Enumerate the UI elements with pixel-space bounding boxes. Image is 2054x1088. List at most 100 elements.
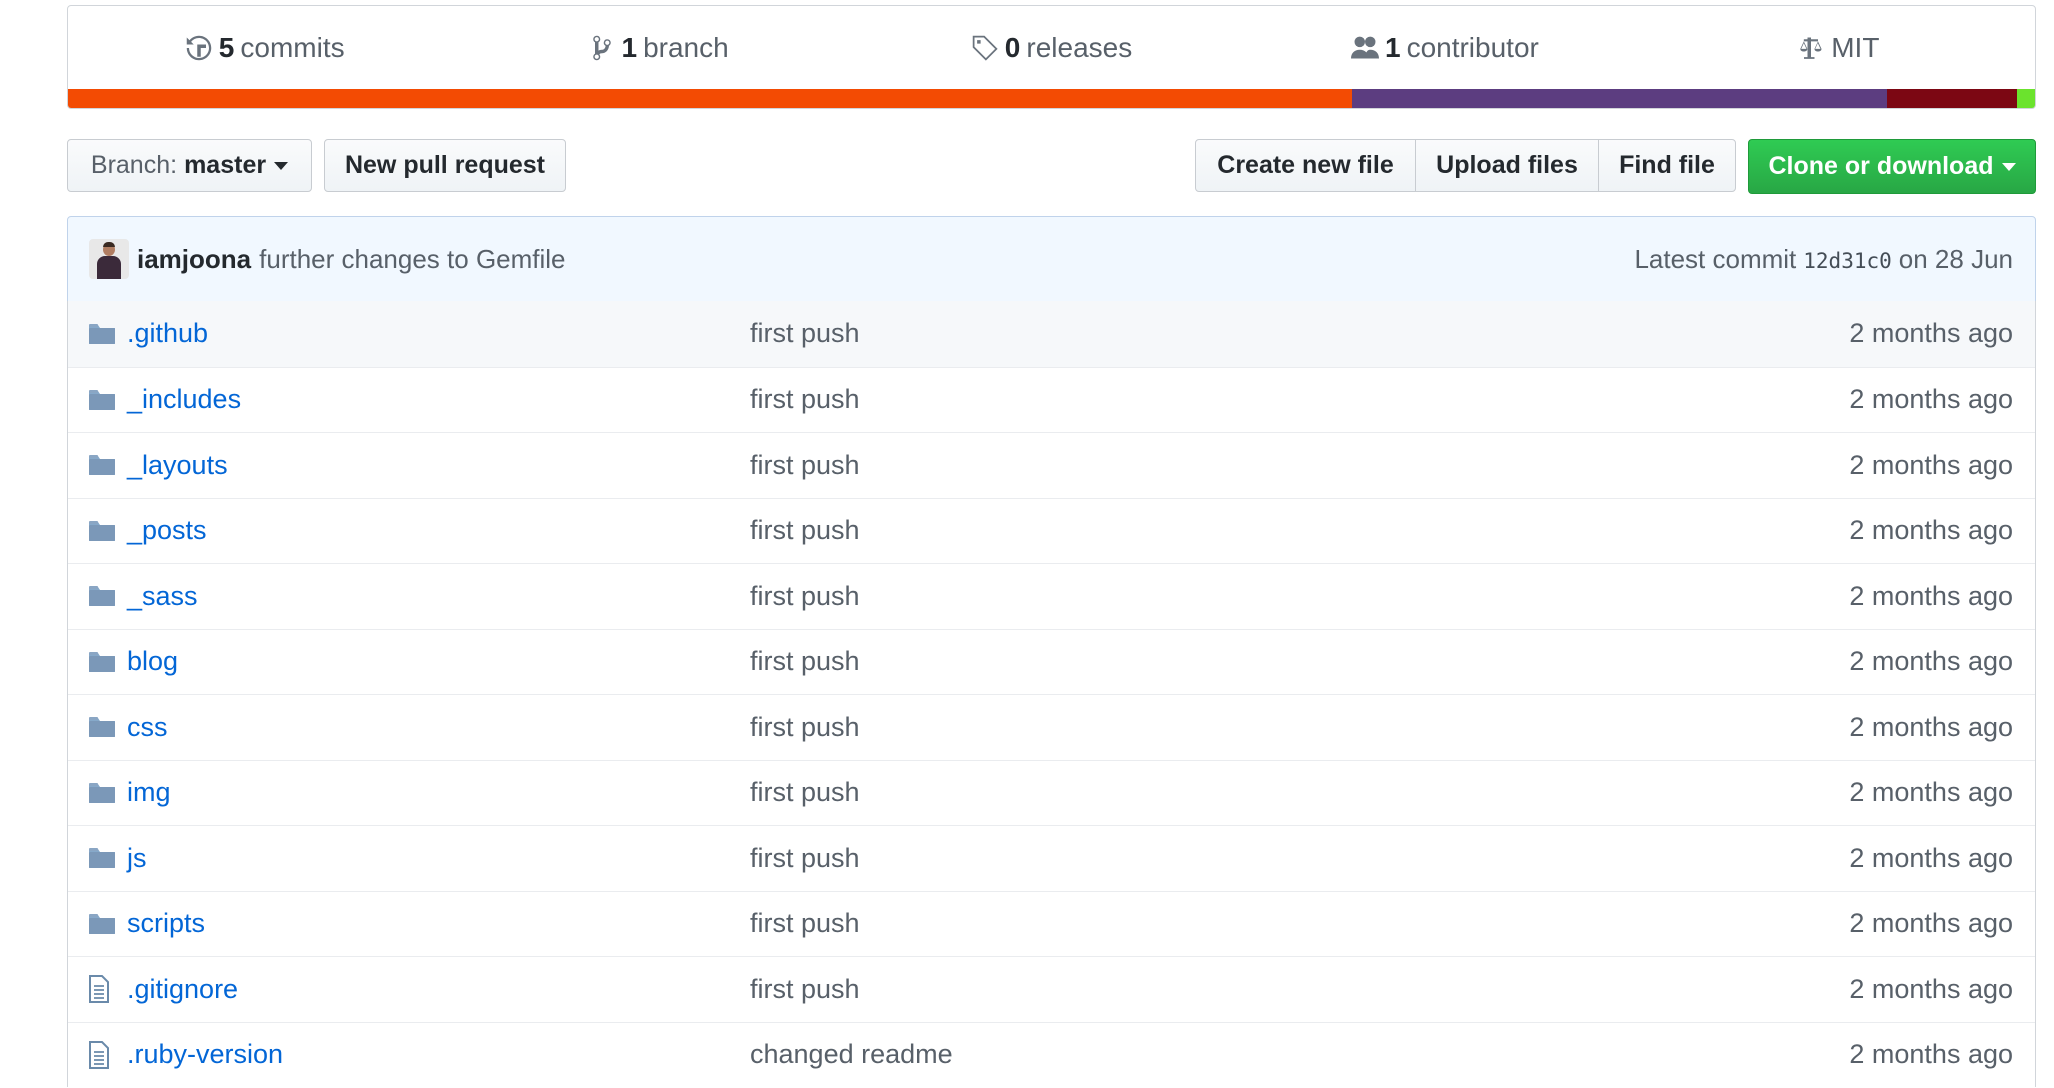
file-name-link[interactable]: .ruby-version [127,1039,750,1070]
folder-icon [88,519,118,543]
contributors-link[interactable]: 1 contributor [1248,32,1641,64]
file-name-link[interactable]: css [127,712,750,743]
file-name-link[interactable]: js [127,843,750,874]
file-list: .github first push 2 months ago _includes fi… [67,301,2036,1087]
branch-name: master [184,151,267,179]
commit-message-link[interactable]: first push [750,974,1849,1005]
commit-message-link[interactable]: first push [750,450,1849,481]
file-row: css first push 2 months ago [68,694,2035,760]
file-icon [88,1040,118,1069]
branch-prefix: Branch: [90,151,178,179]
releases-link[interactable]: 0 releases [855,32,1248,64]
folder-icon [88,453,118,477]
numbers-summary: 5 commits 1 branch 0 releases 1 contribu… [68,6,2035,89]
commit-age: 2 months ago [1849,1039,2013,1070]
language-segment[interactable] [1887,89,2018,108]
commit-message-link[interactable]: first push [750,318,1849,349]
file-row: .gitignore first push 2 months ago [68,956,2035,1022]
commit-message-link[interactable]: changed readme [750,1039,1849,1070]
file-row: _sass first push 2 months ago [68,563,2035,629]
law-icon [1800,37,1822,59]
file-icon [88,975,118,1004]
branch-select-button[interactable]: Branch: master [67,139,312,192]
avatar[interactable] [89,239,129,279]
file-name-link[interactable]: blog [127,646,750,677]
releases-count: 0 [1004,31,1021,63]
commits-label: commits [240,31,345,63]
contributors-count: 1 [1384,31,1401,63]
latest-commit-bar: iamjoona further changes to Gemfile Late… [67,216,2036,302]
commit-age: 2 months ago [1849,580,2013,611]
branch-icon [592,35,611,60]
commit-age: 2 months ago [1849,777,2013,808]
file-row: _layouts first push 2 months ago [68,432,2035,498]
commit-age: 2 months ago [1849,449,2013,480]
find-file-button[interactable]: Find file [1598,139,1736,192]
commit-message-link[interactable]: first push [750,777,1849,808]
people-icon [1350,36,1379,58]
folder-icon [88,912,118,936]
commit-age: 2 months ago [1849,973,2013,1004]
folder-icon [88,584,118,608]
file-row: .ruby-version changed readme 2 months ago [68,1021,2035,1088]
releases-label: releases [1026,31,1133,63]
commit-message-link[interactable]: first push [750,646,1849,677]
commit-message-link[interactable]: first push [750,515,1849,546]
commit-message-link[interactable]: first push [750,384,1849,415]
file-name-link[interactable]: scripts [127,908,750,939]
folder-icon [88,650,118,674]
chevron-down-icon [274,161,289,170]
commit-message-link[interactable]: first push [750,581,1849,612]
file-name-link[interactable]: img [127,777,750,808]
clone-or-download-button[interactable]: Clone or download [1748,139,2036,194]
create-new-file-button[interactable]: Create new file [1195,139,1416,192]
file-actions-group: Create new file Upload files Find file [1195,139,1736,192]
file-name-link[interactable]: .github [127,318,750,349]
commit-message-link[interactable]: first push [750,712,1849,743]
clone-label: Clone or download [1768,152,1994,180]
commit-author-link[interactable]: iamjoona [137,244,251,275]
latest-commit-prefix: Latest commit [1634,243,1797,274]
file-name-link[interactable]: _includes [127,384,750,415]
file-row: _includes first push 2 months ago [68,366,2035,433]
new-pull-request-button[interactable]: New pull request [324,139,566,192]
file-row: _posts first push 2 months ago [68,497,2035,564]
file-row: blog first push 2 months ago [68,628,2035,695]
license-link[interactable]: MIT [1642,32,2035,64]
file-name-link[interactable]: .gitignore [127,974,750,1005]
commits-count: 5 [218,31,235,63]
commit-message-link[interactable]: first push [750,908,1849,939]
latest-commit-info: Latest commit 12d31c0 on 28 Jun [1634,244,2013,275]
folder-icon [88,715,118,739]
repo-summary: 5 commits 1 branch 0 releases 1 contribu… [67,5,2036,109]
file-name-link[interactable]: _layouts [127,450,750,481]
language-segment[interactable] [1352,89,1888,108]
file-row: .github first push 2 months ago [68,301,2035,367]
commit-age: 2 months ago [1849,711,2013,742]
branches-link[interactable]: 1 branch [461,32,854,64]
commits-link[interactable]: 5 commits [68,32,461,64]
commit-date: on 28 Jun [1898,243,2013,274]
history-icon [186,35,212,60]
folder-icon [88,322,118,346]
commit-message-link[interactable]: further changes to Gemfile [259,244,565,275]
language-segment[interactable] [68,89,1353,108]
folder-icon [88,846,118,870]
language-segment[interactable] [2017,89,2035,108]
file-name-link[interactable]: _sass [127,581,750,612]
language-bar[interactable] [68,89,2035,108]
commit-age: 2 months ago [1849,318,2013,349]
branches-count: 1 [621,31,638,63]
file-row: img first push 2 months ago [68,759,2035,826]
commit-age: 2 months ago [1849,384,2013,415]
file-name-link[interactable]: _posts [127,515,750,546]
commit-age: 2 months ago [1849,908,2013,939]
upload-files-button[interactable]: Upload files [1415,139,1599,192]
commit-sha-link[interactable]: 12d31c0 [1803,249,1892,273]
folder-icon [88,388,118,412]
folder-icon [88,781,118,805]
file-row: scripts first push 2 months ago [68,890,2035,957]
contributors-label: contributor [1406,31,1539,63]
file-row: js first push 2 months ago [68,825,2035,891]
commit-message-link[interactable]: first push [750,843,1849,874]
